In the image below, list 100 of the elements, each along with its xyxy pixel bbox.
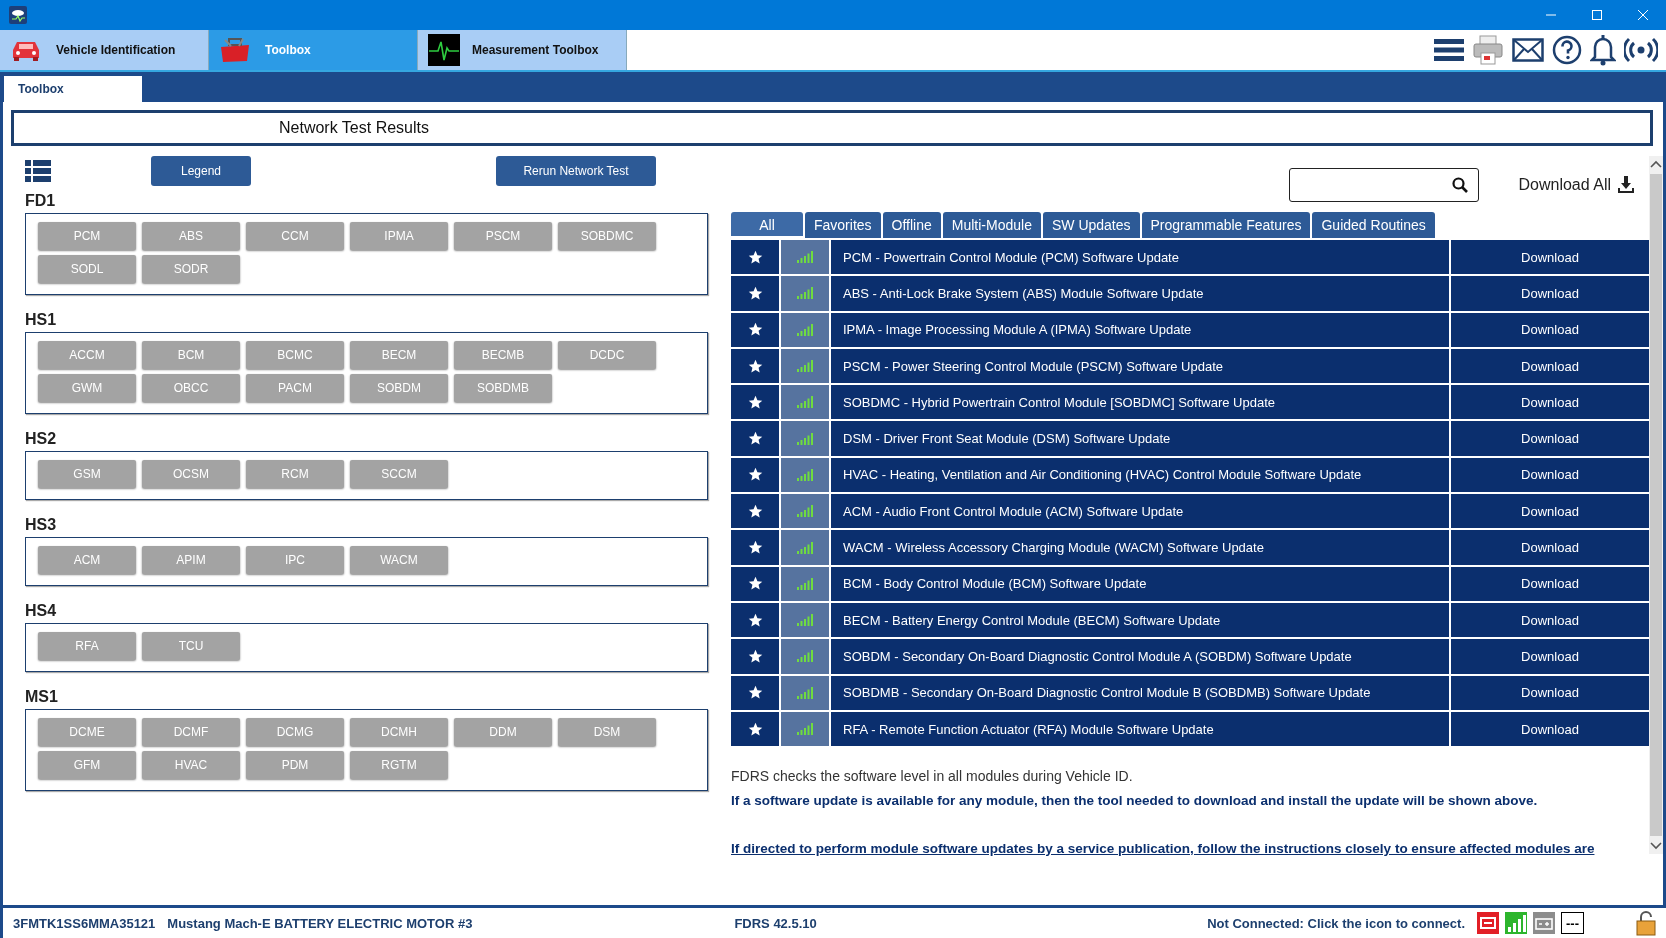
routine-title[interactable]: SOBDMB - Secondary On-Board Diagnostic Control Module B (SOBDMB) Software Update [831, 675, 1449, 710]
favorite-button[interactable] [731, 494, 779, 529]
network-label: HS4 [25, 602, 58, 620]
routine-title[interactable]: ACM - Audio Front Control Module (ACM) Software Update [831, 494, 1449, 529]
download-button[interactable]: Download [1451, 530, 1649, 565]
favorite-button[interactable] [731, 312, 779, 347]
scrollbar[interactable] [1649, 156, 1663, 854]
favorite-button[interactable] [731, 240, 779, 275]
signal-bars-icon [797, 614, 813, 627]
menu-icon[interactable] [1434, 39, 1464, 61]
signal-bars-icon [797, 251, 813, 264]
favorite-button[interactable] [731, 421, 779, 456]
battery-icon [1533, 912, 1555, 934]
filter-tab[interactable]: All [731, 212, 803, 238]
download-icon [1617, 176, 1635, 194]
signal-bars-icon [797, 432, 813, 445]
scroll-up-icon[interactable] [1650, 160, 1662, 168]
routine-title[interactable]: HVAC - Heating, Ventilation and Air Conditioning (HVAC) Control Module Software Update [831, 457, 1449, 493]
star-icon [747, 540, 763, 555]
app-tab[interactable]: Vehicle Identification [0, 30, 209, 70]
info-note: If a software update is available for any module, then the tool needed to download and install the update will be shown above. [731, 793, 1539, 809]
download-button[interactable]: Download [1451, 276, 1649, 311]
star-icon [747, 648, 763, 664]
download-button[interactable]: Download [1451, 602, 1649, 638]
routine-title[interactable]: SOBDMC - Hybrid Powertrain Control Module [SOBDMC] Software Update [831, 385, 1449, 420]
mail-icon[interactable] [1512, 38, 1544, 62]
search-field[interactable] [1288, 168, 1479, 202]
filter-tab[interactable]: Guided Routines [1312, 212, 1435, 238]
favorite-button[interactable] [731, 566, 779, 601]
routine-title[interactable]: SOBDM - Secondary On-Board Diagnostic Control Module A (SOBDM) Software Update [831, 639, 1449, 674]
download-button[interactable]: Download [1451, 494, 1649, 529]
download-button[interactable]: Download [1451, 312, 1649, 347]
padlock-icon[interactable] [1636, 910, 1656, 936]
scroll-down-icon[interactable] [1650, 842, 1662, 850]
vehicle-name: Mustang Mach-E BATTERY ELECTRIC MOTOR #3 [167, 915, 473, 931]
vin-text: 3FMTK1SS6MMA35121 [13, 915, 156, 931]
search-icon [1451, 177, 1468, 193]
download-button[interactable]: Download [1451, 348, 1649, 384]
download-button[interactable]: Download [1451, 421, 1649, 456]
filter-tab[interactable]: SW Updates [1042, 212, 1140, 238]
favorite-button[interactable] [731, 385, 779, 420]
signal-bars-icon [1505, 912, 1527, 934]
star-icon [747, 322, 763, 338]
signal-bars-icon [797, 723, 813, 735]
download-button[interactable]: Download [1451, 639, 1649, 674]
star-icon [747, 503, 763, 519]
legend-button[interactable]: Legend [151, 156, 251, 186]
filter-tab[interactable]: Offline [882, 212, 941, 238]
download-button[interactable]: Download [1451, 711, 1649, 747]
signal-bars-icon [797, 323, 813, 336]
routine-title[interactable]: DSM - Driver Front Seat Module (DSM) Software Update [831, 421, 1449, 456]
favorite-button[interactable] [731, 276, 779, 311]
network-label: HS1 [25, 311, 58, 329]
filter-tab[interactable]: Favorites [805, 212, 881, 238]
download-button[interactable]: Download [1451, 675, 1649, 710]
star-icon [747, 431, 763, 447]
signal-bars-icon [797, 577, 813, 590]
status-indicator: --- [1561, 912, 1584, 934]
favorite-button[interactable] [731, 602, 779, 638]
routine-title[interactable]: PSCM - Power Steering Control Module (PSCM) Software Update [831, 348, 1449, 384]
signal-bars-icon [797, 505, 813, 518]
star-icon [747, 721, 763, 737]
connector-icon[interactable] [1477, 912, 1499, 934]
star-icon [747, 685, 763, 701]
routine-title[interactable]: RFA - Remote Function Actuator (RFA) Module Software Update [831, 711, 1449, 747]
favorite-button[interactable] [731, 711, 779, 747]
signal-bars-icon [797, 541, 813, 554]
filter-tab[interactable]: Multi-Module [942, 212, 1041, 238]
routine-title[interactable]: BECM - Battery Energy Control Module (BECM) Software Update [831, 602, 1449, 638]
network-label: HS2 [25, 430, 58, 448]
routine-title[interactable]: ABS - Anti-Lock Brake System (ABS) Module Software Update [831, 276, 1449, 311]
favorite-button[interactable] [731, 530, 779, 565]
list-view-icon[interactable] [25, 160, 51, 182]
bell-icon[interactable] [1590, 34, 1616, 66]
download-button[interactable]: Download [1451, 457, 1649, 493]
download-button[interactable]: Download [1451, 385, 1649, 420]
favorite-button[interactable] [731, 348, 779, 384]
routine-title[interactable]: IPMA - Image Processing Module A (IPMA) Software Update [831, 312, 1449, 347]
download-button[interactable]: Download [1451, 566, 1649, 601]
wireless-icon[interactable] [1624, 36, 1658, 64]
waveform-icon [428, 34, 460, 66]
rerun-network-test-button[interactable]: Rerun Network Test [496, 156, 656, 186]
favorite-button[interactable] [731, 457, 779, 493]
signal-bars-icon [797, 396, 813, 409]
help-icon[interactable] [1552, 35, 1582, 65]
favorite-button[interactable] [731, 675, 779, 710]
service-publication-link[interactable]: If directed to perform module software updates by a service publication, follow the instructions closely to ensure affected modules are [731, 841, 1649, 857]
network-label: FD1 [25, 192, 57, 210]
printer-icon[interactable] [1472, 34, 1504, 66]
toolbox-tab[interactable]: Toolbox [4, 76, 142, 102]
routine-title[interactable]: BCM - Body Control Module (BCM) Software Update [831, 566, 1449, 601]
app-tab[interactable]: Measurement Toolbox [418, 30, 627, 70]
signal-bars-icon [797, 468, 813, 481]
routine-title[interactable]: WACM - Wireless Accessory Charging Module (WACM) Software Update [831, 530, 1449, 565]
filter-tab[interactable]: Programmable Features [1141, 212, 1311, 238]
download-all-button[interactable]: Download All [1518, 176, 1635, 194]
download-button[interactable]: Download [1451, 240, 1649, 275]
info-text: FDRS checks the software level in all modules during Vehicle ID. [731, 768, 1134, 785]
favorite-button[interactable] [731, 639, 779, 674]
routine-title[interactable]: PCM - Powertrain Control Module (PCM) Software Update [831, 240, 1449, 275]
